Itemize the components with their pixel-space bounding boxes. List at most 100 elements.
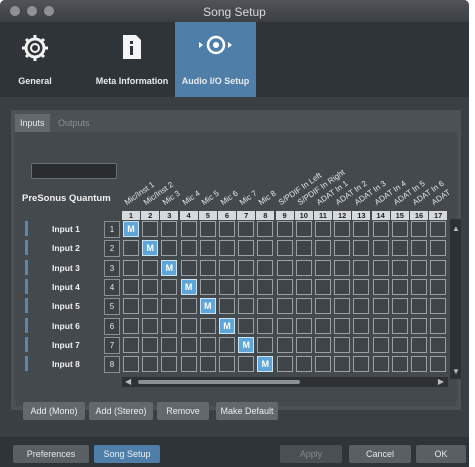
routing-cell[interactable] bbox=[353, 259, 370, 276]
routing-cell[interactable] bbox=[334, 240, 351, 257]
add-stereo-button[interactable]: Add (Stereo) bbox=[89, 402, 153, 420]
routing-cell[interactable] bbox=[295, 336, 312, 353]
routing-cell[interactable] bbox=[180, 240, 197, 257]
routing-cell[interactable] bbox=[430, 356, 447, 373]
routing-cell[interactable] bbox=[123, 259, 139, 276]
routing-cell[interactable] bbox=[315, 317, 331, 334]
routing-cell[interactable] bbox=[276, 317, 293, 334]
routing-cell[interactable] bbox=[353, 336, 370, 353]
routing-cell[interactable] bbox=[430, 298, 447, 315]
routing-cell[interactable] bbox=[372, 278, 389, 295]
routing-cell[interactable] bbox=[430, 317, 447, 334]
scroll-right-icon[interactable]: ▶ bbox=[438, 377, 444, 386]
routing-cell[interactable] bbox=[142, 356, 159, 373]
remove-button[interactable]: Remove bbox=[157, 402, 209, 420]
routing-cell[interactable] bbox=[142, 278, 159, 295]
routing-cell[interactable] bbox=[142, 221, 159, 237]
make-default-button[interactable]: Make Default bbox=[216, 402, 278, 420]
routing-cell[interactable] bbox=[295, 317, 312, 334]
cancel-button[interactable]: Cancel bbox=[349, 445, 411, 463]
routing-cell[interactable] bbox=[123, 356, 139, 373]
routing-cell[interactable] bbox=[180, 356, 197, 373]
routing-cell[interactable] bbox=[411, 298, 427, 315]
routing-cell[interactable] bbox=[123, 240, 139, 257]
routing-cell[interactable] bbox=[238, 278, 255, 295]
routing-cell[interactable] bbox=[372, 317, 389, 334]
scroll-left-icon[interactable]: ◀ bbox=[125, 377, 131, 386]
routing-cell[interactable] bbox=[353, 356, 370, 373]
routing-cell[interactable] bbox=[257, 336, 274, 353]
routing-cell[interactable] bbox=[199, 356, 216, 373]
routing-cell[interactable] bbox=[180, 317, 197, 334]
routing-cell[interactable] bbox=[411, 336, 427, 353]
routing-cell[interactable] bbox=[142, 298, 159, 315]
routing-cell[interactable] bbox=[334, 317, 351, 334]
routing-cell-assigned[interactable]: M bbox=[142, 240, 159, 257]
ok-button[interactable]: OK bbox=[416, 445, 466, 463]
routing-cell[interactable] bbox=[180, 221, 197, 237]
routing-cell-assigned[interactable]: M bbox=[161, 259, 178, 276]
routing-cell[interactable] bbox=[276, 259, 293, 276]
routing-cell-assigned[interactable]: M bbox=[180, 278, 197, 295]
routing-cell-assigned[interactable]: M bbox=[123, 221, 139, 237]
routing-cell[interactable] bbox=[238, 221, 255, 237]
row-label[interactable]: Input 6 bbox=[52, 321, 80, 331]
routing-cell[interactable] bbox=[219, 259, 235, 276]
row-label[interactable]: Input 7 bbox=[52, 340, 80, 350]
routing-cell[interactable] bbox=[238, 298, 255, 315]
routing-cell[interactable] bbox=[219, 278, 235, 295]
routing-cell[interactable] bbox=[315, 336, 331, 353]
routing-cell[interactable] bbox=[142, 336, 159, 353]
routing-cell[interactable] bbox=[219, 356, 235, 373]
routing-cell[interactable] bbox=[199, 240, 216, 257]
routing-cell[interactable] bbox=[276, 356, 293, 373]
routing-cell[interactable] bbox=[123, 298, 139, 315]
apply-button[interactable]: Apply bbox=[280, 445, 342, 463]
routing-cell[interactable] bbox=[199, 278, 216, 295]
routing-cell[interactable] bbox=[353, 278, 370, 295]
routing-cell[interactable] bbox=[295, 259, 312, 276]
routing-cell[interactable] bbox=[199, 336, 216, 353]
routing-cell[interactable] bbox=[315, 298, 331, 315]
horizontal-scrollbar[interactable]: ◀ ▶ bbox=[122, 377, 448, 387]
routing-cell[interactable] bbox=[372, 336, 389, 353]
routing-cell[interactable] bbox=[180, 298, 197, 315]
routing-cell[interactable] bbox=[430, 336, 447, 353]
routing-cell[interactable] bbox=[276, 221, 293, 237]
routing-cell[interactable] bbox=[238, 259, 255, 276]
routing-cell[interactable] bbox=[161, 356, 178, 373]
routing-cell[interactable] bbox=[161, 278, 178, 295]
routing-cell[interactable] bbox=[430, 240, 447, 257]
routing-cell[interactable] bbox=[372, 221, 389, 237]
toolbar-tab-meta-information[interactable]: Meta Information bbox=[90, 22, 174, 97]
routing-cell[interactable] bbox=[372, 298, 389, 315]
routing-cell[interactable] bbox=[334, 336, 351, 353]
routing-cell[interactable] bbox=[276, 240, 293, 257]
routing-cell[interactable] bbox=[334, 221, 351, 237]
routing-cell[interactable] bbox=[430, 221, 447, 237]
row-label[interactable]: Input 8 bbox=[52, 359, 80, 369]
row-label[interactable]: Input 3 bbox=[52, 263, 80, 273]
routing-cell[interactable] bbox=[391, 278, 408, 295]
routing-cell[interactable] bbox=[372, 240, 389, 257]
routing-cell-assigned[interactable]: M bbox=[199, 298, 216, 315]
routing-cell[interactable] bbox=[353, 317, 370, 334]
routing-cell[interactable] bbox=[142, 259, 159, 276]
routing-cell[interactable] bbox=[391, 336, 408, 353]
routing-cell[interactable] bbox=[391, 356, 408, 373]
routing-cell[interactable] bbox=[199, 221, 216, 237]
routing-cell[interactable] bbox=[315, 278, 331, 295]
routing-cell[interactable] bbox=[295, 356, 312, 373]
routing-cell[interactable] bbox=[219, 221, 235, 237]
song-setup-button[interactable]: Song Setup bbox=[94, 445, 160, 463]
routing-cell[interactable] bbox=[334, 356, 351, 373]
routing-cell[interactable] bbox=[391, 240, 408, 257]
routing-cell[interactable] bbox=[276, 298, 293, 315]
routing-cell[interactable] bbox=[372, 259, 389, 276]
routing-cell[interactable] bbox=[391, 259, 408, 276]
toolbar-tab-audio-io-setup[interactable]: Audio I/O Setup bbox=[175, 22, 256, 97]
routing-cell[interactable] bbox=[411, 240, 427, 257]
routing-cell[interactable] bbox=[219, 240, 235, 257]
routing-cell[interactable] bbox=[161, 317, 178, 334]
routing-cell[interactable] bbox=[430, 278, 447, 295]
